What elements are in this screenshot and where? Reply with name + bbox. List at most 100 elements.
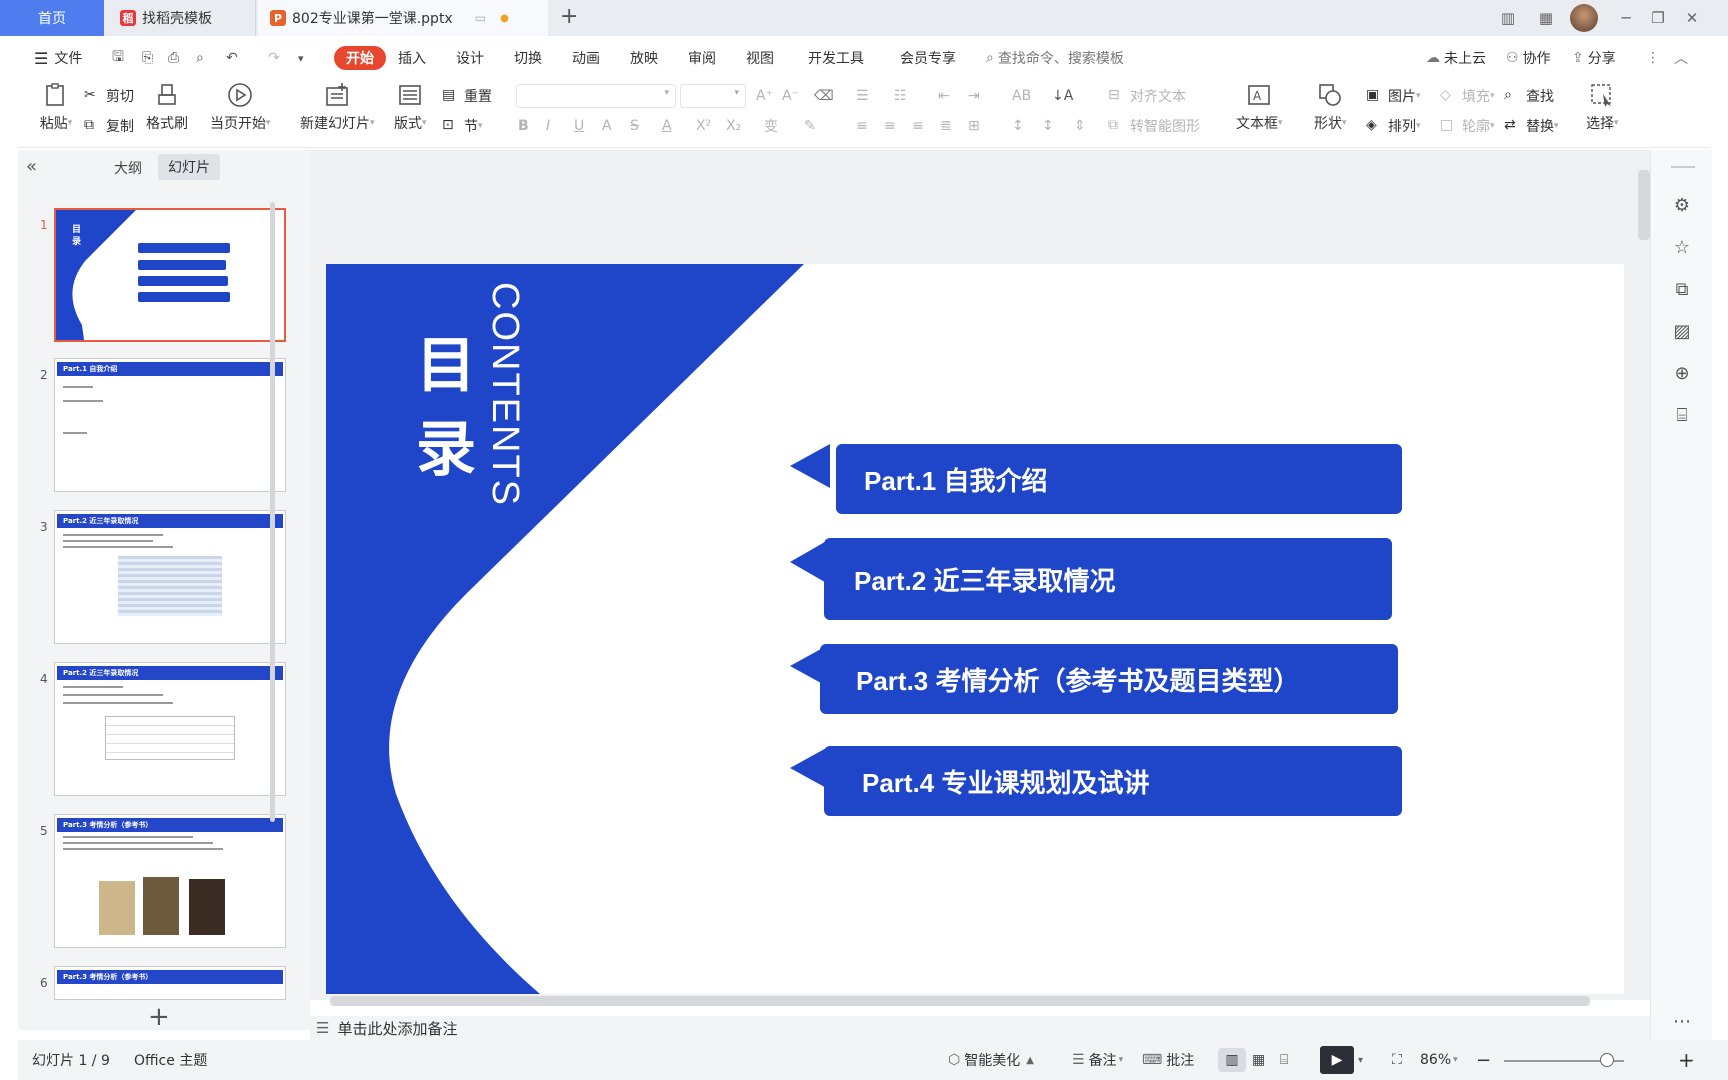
settings-sliders-icon[interactable]: ⚙ xyxy=(1671,194,1693,216)
comment-button[interactable]: ⌨ 批注 xyxy=(1142,1040,1194,1080)
apps-grid-icon[interactable]: ▦ xyxy=(1532,6,1560,30)
cut-button[interactable]: ✂ 剪切 xyxy=(84,82,134,110)
star-icon[interactable]: ☆ xyxy=(1671,236,1693,258)
tab-member[interactable]: 会员专享 xyxy=(900,38,956,78)
slide-thumbnail-6[interactable]: Part.3 考情分析（参考书） xyxy=(54,966,286,1000)
beautify-button[interactable]: ⬡ 智能美化 ▲ xyxy=(948,1040,1034,1080)
tab-view[interactable]: 视图 xyxy=(746,38,774,78)
slide-title[interactable]: 目 录 xyxy=(416,324,486,492)
save-icon[interactable]: 🖫 xyxy=(112,38,124,78)
book-icon[interactable]: ⌸ xyxy=(1671,404,1693,426)
align-center-icon[interactable]: ≡ xyxy=(884,112,896,140)
part-item-2[interactable]: Part.2 近三年录取情况 xyxy=(824,538,1392,620)
new-tab-button[interactable]: + xyxy=(560,4,578,29)
tab-insert[interactable]: 插入 xyxy=(398,38,426,78)
indent-decrease-icon[interactable]: ⇤ xyxy=(938,82,950,110)
notes-toggle-button[interactable]: ☰ 备注 ▾ xyxy=(1072,1040,1123,1080)
bullets-icon[interactable]: ☰ xyxy=(856,82,869,110)
tab-developer[interactable]: 开发工具 xyxy=(808,38,864,78)
tab-slides[interactable]: 幻灯片 xyxy=(158,154,220,180)
tab-slideshow[interactable]: 放映 xyxy=(630,38,658,78)
play-slideshow-button[interactable]: ▶ xyxy=(1320,1046,1354,1074)
grow-font-icon[interactable]: A⁺ xyxy=(756,82,773,110)
font-color-icon[interactable]: A xyxy=(662,112,672,140)
zoom-out-button[interactable]: − xyxy=(1476,1040,1491,1080)
panel-scrollbar[interactable] xyxy=(270,202,275,822)
slide-thumbnail-4[interactable]: Part.2 近三年录取情况 xyxy=(54,662,286,796)
collapse-ribbon-icon[interactable]: ︿ xyxy=(1674,38,1688,78)
tab-animation[interactable]: 动画 xyxy=(572,38,600,78)
more-dots-icon[interactable]: ⋯ xyxy=(1671,1010,1693,1032)
align-text-button[interactable]: ⊟ 对齐文本 xyxy=(1108,82,1186,110)
slide-canvas[interactable]: 目 录 CONTENTS Part.1 自我介绍 Part.2 近三年录取情况 … xyxy=(326,264,1624,994)
zoom-in-button[interactable]: + xyxy=(1678,1040,1695,1080)
select-button[interactable]: 选择 ▾ xyxy=(1586,82,1619,134)
text-shadow-icon[interactable]: A xyxy=(602,112,612,140)
from-current-button[interactable]: 当页开始 ▾ xyxy=(210,82,271,134)
sort-icon[interactable]: ↓A xyxy=(1052,82,1073,110)
restore-icon[interactable]: ❐ xyxy=(1644,6,1672,30)
new-slide-button[interactable]: 新建幻灯片 ▾ xyxy=(300,82,375,134)
share-button[interactable]: ⇪ 分享 xyxy=(1572,38,1616,78)
redo-icon[interactable]: ↷ xyxy=(268,38,280,78)
columns-icon[interactable]: ⇕ xyxy=(1074,112,1086,140)
avatar[interactable] xyxy=(1570,4,1598,32)
tab-template[interactable]: 稻 找稻壳模板 xyxy=(106,0,256,36)
dropdown-icon[interactable]: ▾ xyxy=(1358,1040,1363,1080)
subscript-icon[interactable]: X₂ xyxy=(726,112,741,140)
part-item-4[interactable]: Part.4 专业课规划及试讲 xyxy=(824,746,1402,816)
eraser-icon[interactable]: ⌫ xyxy=(814,82,834,110)
text-direction-icon[interactable]: AB xyxy=(1012,82,1031,110)
replace-button[interactable]: ⇄ 替换 ▾ xyxy=(1504,112,1559,140)
tab-outline[interactable]: 大纲 xyxy=(114,158,142,178)
fit-window-icon[interactable]: ⛶ xyxy=(1392,1040,1402,1080)
para-spacing-icon[interactable]: ↕ xyxy=(1042,112,1054,140)
preview-icon[interactable]: ⌕ xyxy=(196,38,204,78)
slide-thumbnail-2[interactable]: Part.1 自我介绍 xyxy=(54,358,286,492)
compass-icon[interactable]: ⊕ xyxy=(1671,362,1693,384)
tab-start[interactable]: 开始 xyxy=(334,46,386,70)
file-menu[interactable]: ☰ 文件 xyxy=(34,38,82,78)
format-painter-button[interactable]: 格式刷 xyxy=(146,82,188,134)
arrange-button[interactable]: ◈ 排列 ▾ xyxy=(1366,112,1421,140)
notes-area[interactable]: ☰ 单击此处添加备注 xyxy=(310,1016,1650,1040)
slide-subtitle[interactable]: CONTENTS xyxy=(483,282,526,507)
chart-icon[interactable]: ▨ xyxy=(1671,320,1693,342)
distribute-icon[interactable]: ⊞ xyxy=(968,112,980,140)
superscript-icon[interactable]: X² xyxy=(696,112,711,140)
zoom-level[interactable]: 86% ▾ xyxy=(1420,1040,1458,1080)
vertical-scrollbar[interactable] xyxy=(1638,170,1650,240)
undo-icon[interactable]: ↶ xyxy=(226,38,238,78)
cloud-button[interactable]: ☁ 未上云 xyxy=(1426,38,1486,78)
slides-copy-icon[interactable]: ⧉ xyxy=(1671,278,1693,300)
reading-view-icon[interactable]: ⌸ xyxy=(1280,1040,1288,1080)
shrink-font-icon[interactable]: A⁻ xyxy=(782,82,799,110)
layout-icon[interactable]: ▥ xyxy=(1494,6,1522,30)
paste-button[interactable]: 粘贴 ▾ xyxy=(36,82,76,134)
layout-button[interactable]: 版式 ▾ xyxy=(394,82,427,134)
numbering-icon[interactable]: ☷ xyxy=(894,82,907,110)
tab-transition[interactable]: 切换 xyxy=(514,38,542,78)
textbox-button[interactable]: A 文本框 ▾ xyxy=(1236,82,1283,134)
underline-icon[interactable]: U xyxy=(574,112,584,140)
tab-review[interactable]: 审阅 xyxy=(688,38,716,78)
part-item-1[interactable]: Part.1 自我介绍 xyxy=(836,444,1402,514)
collapse-panel-icon[interactable]: « xyxy=(26,156,37,177)
add-slide-button[interactable]: + xyxy=(148,1002,170,1032)
quick-access-dropdown-icon[interactable]: ▾ xyxy=(298,38,304,78)
zoom-slider-thumb[interactable] xyxy=(1600,1053,1615,1067)
monitor-icon[interactable]: ▭ xyxy=(475,11,486,25)
indent-increase-icon[interactable]: ⇥ xyxy=(968,82,980,110)
tab-document[interactable]: P 802专业课第一堂课.pptx ▭ ● xyxy=(258,0,548,36)
command-search[interactable]: ⌕ 查找命令、搜索模板 xyxy=(986,38,1124,78)
font-size-select[interactable]: ▾ xyxy=(680,84,746,108)
font-family-select[interactable]: ▾ xyxy=(516,84,676,108)
normal-view-icon[interactable]: ▥ xyxy=(1218,1048,1246,1072)
bold-icon[interactable]: B xyxy=(518,112,529,140)
smart-shape-button[interactable]: ⧉ 转智能图形 xyxy=(1108,112,1200,140)
export-icon[interactable]: ⎘ xyxy=(142,38,153,78)
highlight-icon[interactable]: ✎ xyxy=(804,112,816,140)
more-icon[interactable]: ⋮ xyxy=(1646,38,1660,78)
minimize-icon[interactable]: ─ xyxy=(1612,6,1640,30)
strikethrough-icon[interactable]: S xyxy=(630,112,639,140)
